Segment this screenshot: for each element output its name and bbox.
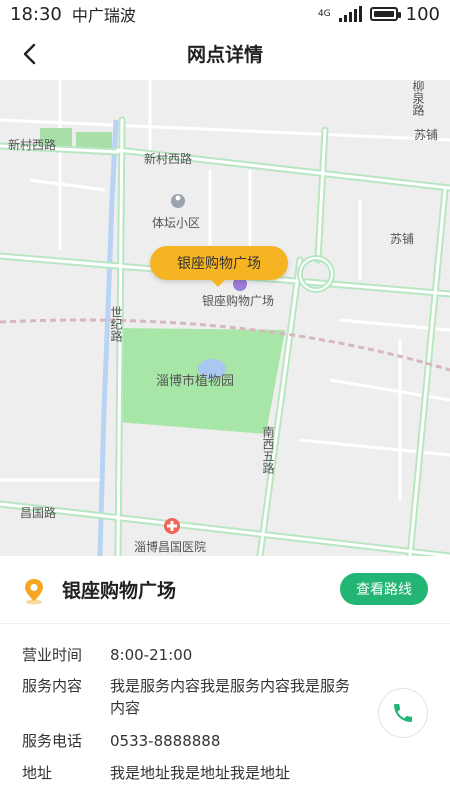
call-button[interactable] — [378, 688, 428, 738]
back-button[interactable] — [12, 36, 48, 72]
map-label-road: 昌国路 — [20, 506, 57, 520]
detail-value: 8:00-21:00 — [110, 646, 193, 664]
map-label-poi: 银座购物广场 — [202, 294, 275, 308]
map-label-poi: 淄博昌国医院 — [134, 540, 207, 554]
detail-row-service: 服务内容 我是服务内容我是服务内容我是服务内容 — [22, 675, 350, 719]
detail-label: 地址 — [22, 764, 53, 782]
map-view[interactable]: 新村西路 新村西路 柳泉路 苏铺 苏铺 体坛小区 银座购物广场 世纪路 淄博市植… — [0, 80, 450, 556]
map-label-road: 世纪路 — [109, 306, 123, 342]
detail-value: 0533-8888888 — [110, 732, 221, 750]
page-title: 网点详情 — [186, 43, 263, 66]
map-label-poi: 体坛小区 — [152, 216, 201, 230]
phone-icon — [394, 704, 412, 722]
detail-row-hours: 营业时间 8:00-21:00 — [22, 644, 350, 666]
signal-icon — [338, 6, 362, 22]
back-arrow-icon — [23, 43, 36, 65]
detail-row-phone: 服务电话 0533-8888888 — [22, 730, 350, 752]
map-label-road: 南西五路 — [261, 426, 275, 474]
store-name: 银座购物广场 — [62, 580, 177, 602]
status-right: 4G 100 — [318, 4, 440, 25]
network-type: 4G — [317, 8, 331, 19]
location-pin-icon — [25, 579, 43, 605]
detail-value: 我是服务内容我是服务内容我是服务内容 — [110, 677, 351, 717]
status-left: 18:30 中广瑞波 — [10, 2, 136, 26]
status-carrier: 中广瑞波 — [71, 6, 136, 25]
map-label-road: 新村西路 — [8, 138, 57, 152]
title-bar: 网点详情 — [0, 28, 450, 78]
battery-level: 100 — [405, 3, 440, 25]
detail-label: 服务电话 — [22, 732, 83, 750]
battery-icon — [369, 7, 401, 21]
view-route-button[interactable]: 查看路线 — [340, 573, 428, 605]
map-label-road: 新村西路 — [144, 152, 193, 166]
detail-value: 我是地址我是地址我是地址 — [110, 764, 291, 782]
map-canvas — [0, 80, 450, 556]
location-callout[interactable]: 银座购物广场 — [150, 246, 288, 287]
map-label-place: 苏铺 — [390, 232, 415, 246]
status-bar: 18:30 中广瑞波 4G 100 — [0, 0, 450, 28]
detail-row-address: 地址 我是地址我是地址我是地址 — [22, 762, 350, 784]
status-time: 18:30 — [10, 3, 62, 25]
map-label-park: 淄博市植物园 — [156, 374, 235, 389]
detail-label: 服务内容 — [22, 677, 83, 695]
map-label-road: 柳泉路 — [411, 80, 425, 116]
map-label-place: 苏铺 — [414, 128, 439, 142]
detail-label: 营业时间 — [22, 646, 83, 664]
store-header: 银座购物广场 查看路线 — [0, 556, 450, 624]
